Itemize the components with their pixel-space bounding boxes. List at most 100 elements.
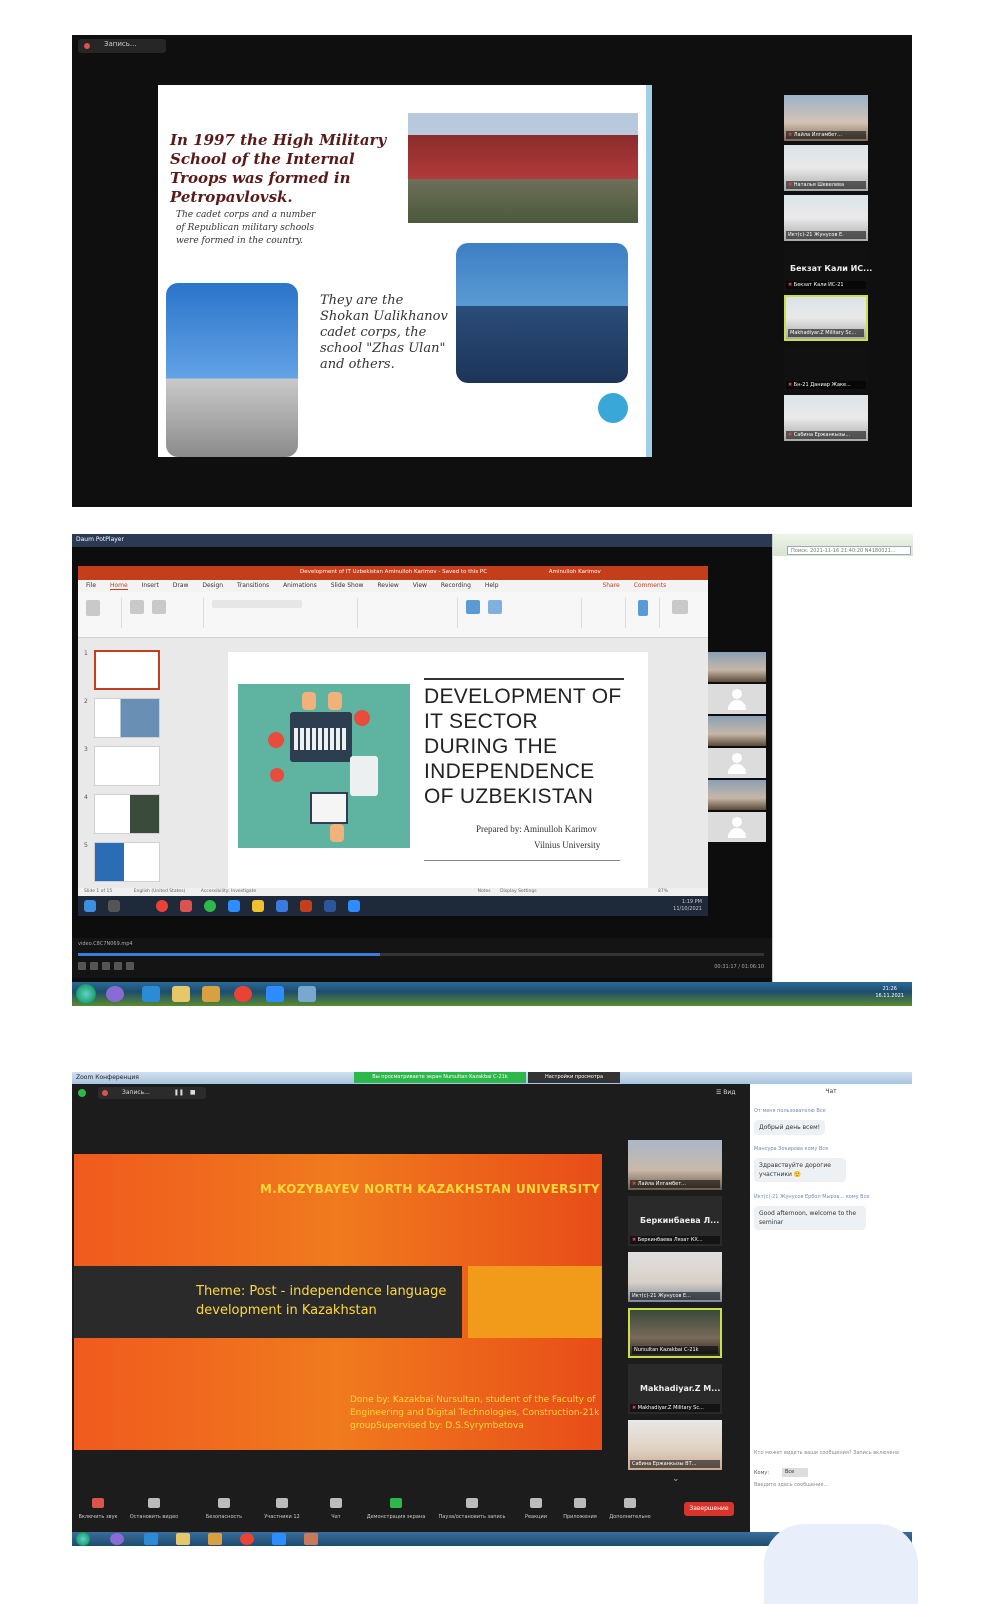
pause-icon[interactable]: ❚❚ <box>174 1089 184 1096</box>
menu-design[interactable]: Design <box>202 582 223 589</box>
zoom-icon[interactable] <box>266 986 284 1002</box>
new-slide-icon[interactable] <box>130 600 144 614</box>
ie-icon[interactable] <box>144 1533 158 1545</box>
participants-button[interactable]: Участники 12 <box>252 1498 312 1520</box>
participant-tile[interactable] <box>708 684 766 716</box>
zoom-level[interactable]: 87% <box>658 889 668 894</box>
participant-tile[interactable] <box>708 716 766 748</box>
slide-thumbnail[interactable] <box>94 746 160 786</box>
language-status[interactable]: English (United States) <box>134 889 186 894</box>
potplayer-icon[interactable] <box>298 986 316 1002</box>
powerpoint-icon[interactable] <box>300 900 312 912</box>
chrome-icon[interactable] <box>240 1533 254 1545</box>
app-icon[interactable] <box>304 1533 318 1545</box>
unmute-button[interactable]: Включить звук <box>68 1498 128 1520</box>
search-icon[interactable] <box>108 900 120 912</box>
shapes-icon[interactable] <box>466 600 480 614</box>
word-icon[interactable] <box>324 900 336 912</box>
participant-tile[interactable] <box>708 812 766 844</box>
notes-button[interactable]: Notes <box>478 889 491 894</box>
media-icon[interactable] <box>202 986 220 1002</box>
folder-icon[interactable] <box>252 900 264 912</box>
folder-icon[interactable] <box>176 1533 190 1545</box>
participant-tile[interactable]: Икт(с)-21 Жунусов Е... <box>628 1252 722 1302</box>
start-orb-icon[interactable] <box>76 1532 90 1546</box>
participant-tile[interactable] <box>708 748 766 780</box>
arrange-icon[interactable] <box>488 600 502 614</box>
participant-tile[interactable]: ✖ Лайла Илгамбет... <box>784 95 868 141</box>
next-icon[interactable] <box>114 962 122 970</box>
menu-recording[interactable]: Recording <box>441 582 471 589</box>
menu-animations[interactable]: Animations <box>283 582 317 589</box>
chat-button[interactable]: Чат <box>306 1498 366 1520</box>
chat-input[interactable]: Введите здесь сообщение... <box>754 1482 828 1488</box>
share-screen-button[interactable]: Демонстрация экрана <box>364 1498 428 1520</box>
stop-icon[interactable] <box>90 962 98 970</box>
accessibility-status[interactable]: Accessibility: Investigate <box>201 889 256 894</box>
security-button[interactable]: Безопасность <box>194 1498 254 1520</box>
slide-thumbnail[interactable] <box>94 650 160 690</box>
participant-tile[interactable]: Бекзат Кали ИС... ✖ Бекзат Кали ИС-21 <box>784 245 872 291</box>
menu-review[interactable]: Review <box>377 582 398 589</box>
zoom-icon[interactable] <box>228 900 240 912</box>
participant-tile-active-speaker[interactable]: Nursultan Kazakbai C-21k <box>628 1308 722 1358</box>
chrome-icon[interactable] <box>156 900 168 912</box>
chat-visibility-notice[interactable]: Кто может видеть ваши сообщения? Запись … <box>754 1450 899 1456</box>
participant-tile[interactable]: ✖ Сабина Ержанкызы... <box>784 395 868 441</box>
view-options-button[interactable]: Настройки просмотра <box>528 1072 620 1083</box>
end-meeting-button[interactable]: Завершение <box>684 1502 734 1516</box>
font-name-select[interactable] <box>212 600 302 608</box>
slide-thumbnail[interactable] <box>94 698 160 738</box>
participant-tile[interactable]: ✖ Наталья Шевелева <box>784 145 868 191</box>
view-button[interactable]: ☰ Вид <box>716 1089 735 1096</box>
more-button[interactable]: Дополнительно <box>600 1498 660 1520</box>
app-icon[interactable] <box>180 900 192 912</box>
menu-view[interactable]: View <box>413 582 427 589</box>
dictate-icon[interactable] <box>638 600 648 616</box>
app-icon[interactable] <box>348 900 360 912</box>
app-icon[interactable] <box>106 986 124 1002</box>
media-icon[interactable] <box>208 1533 222 1545</box>
previous-icon[interactable] <box>102 962 110 970</box>
menu-insert[interactable]: Insert <box>142 582 159 589</box>
slide-thumbnail[interactable] <box>94 794 160 834</box>
share-button[interactable]: Share <box>602 582 619 589</box>
folder-icon[interactable] <box>172 986 190 1002</box>
chevron-down-icon[interactable]: ⌄ <box>672 1474 680 1484</box>
menu-file[interactable]: File <box>86 582 96 589</box>
reuse-slide-icon[interactable] <box>152 600 166 614</box>
participant-tile[interactable]: ✖ Лайла Илгамбет... <box>628 1140 722 1190</box>
participant-tile[interactable]: Сабина Ержанкызы ВТ... <box>628 1420 722 1470</box>
seek-bar[interactable] <box>78 953 764 956</box>
pause-recording-button[interactable]: Пауза/остановить запись <box>434 1498 510 1520</box>
participant-tile[interactable]: Makhadiyar.Z M... ✖ Makhadiyar.Z Militar… <box>628 1364 722 1414</box>
app-icon[interactable] <box>110 1533 124 1545</box>
participant-tile[interactable]: ✖ Бн-21 Даниар Жаке... <box>784 345 868 391</box>
menu-help[interactable]: Help <box>485 582 499 589</box>
play-pause-icon[interactable] <box>78 962 86 970</box>
windows-start-icon[interactable] <box>84 900 96 912</box>
encryption-icon[interactable] <box>78 1089 86 1097</box>
stop-video-button[interactable]: Остановить видео <box>124 1498 184 1520</box>
participant-tile[interactable] <box>708 652 766 684</box>
paste-icon[interactable] <box>86 600 100 616</box>
menu-transitions[interactable]: Transitions <box>237 582 269 589</box>
ie-icon[interactable] <box>142 986 160 1002</box>
menu-slide-show[interactable]: Slide Show <box>331 582 364 589</box>
menu-home[interactable]: Home <box>109 582 128 590</box>
participant-tile-active-speaker[interactable]: Makhadiyar.Z Military Sc... <box>784 295 868 341</box>
chat-recipient-select[interactable]: Все <box>782 1468 808 1477</box>
design-ideas-icon[interactable] <box>672 600 688 614</box>
stop-icon[interactable]: ■ <box>190 1089 196 1096</box>
playlist-icon[interactable] <box>126 962 134 970</box>
participant-tile[interactable]: Икт(с)-21 Жунусов Е. <box>784 195 868 241</box>
recording-indicator[interactable]: Запись... ❚❚ ■ <box>98 1087 206 1099</box>
search-field[interactable]: Поиск: 2021-11-16 21:40:20 N4180021... <box>787 546 911 555</box>
display-settings-button[interactable]: Display Settings <box>500 889 536 894</box>
chrome-icon[interactable] <box>234 986 252 1002</box>
comments-button[interactable]: Comments <box>634 582 667 589</box>
recording-indicator[interactable]: Запись... <box>78 39 166 53</box>
menu-draw[interactable]: Draw <box>173 582 189 589</box>
zoom-icon[interactable] <box>272 1533 286 1545</box>
start-orb-icon[interactable] <box>76 984 96 1004</box>
